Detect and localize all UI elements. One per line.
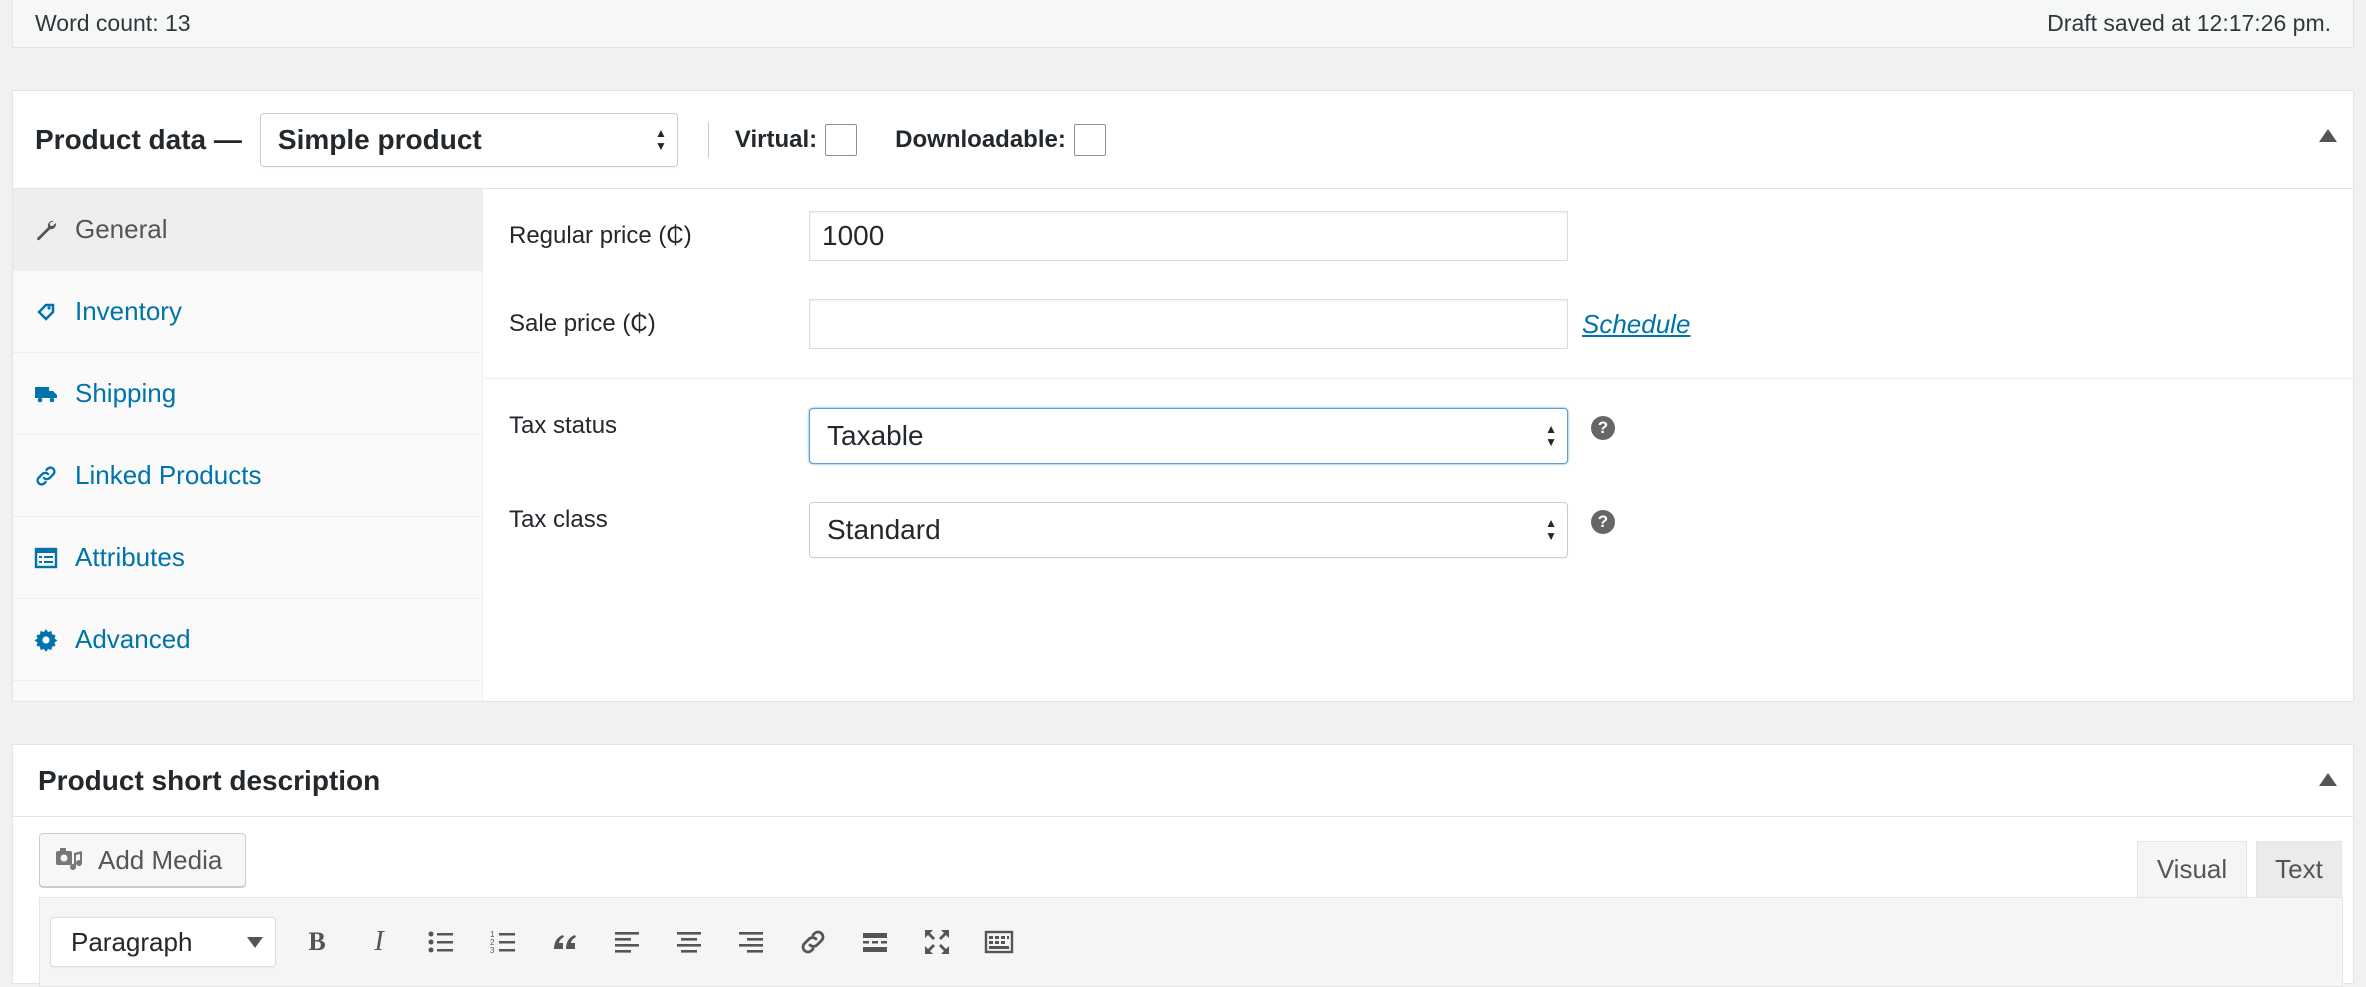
italic-icon: I [373,927,385,957]
sale-price-row: Sale price (₵) Schedule [484,299,2353,349]
tab-attributes[interactable]: Attributes [13,517,482,599]
link-icon [33,463,59,489]
tab-advanced[interactable]: Advanced [13,599,482,681]
tab-general-label: General [75,214,168,244]
editor-status-bar: Word count: 13 Draft saved at 12:17:26 p… [12,0,2354,48]
tab-general[interactable]: General [13,189,482,271]
tax-class-help-icon[interactable]: ? [1591,510,1615,534]
select-arrows-icon: ▲ ▼ [1545,422,1557,449]
tax-status-label: Tax status [509,412,618,439]
chevron-down-icon [247,937,263,948]
regular-price-row: Regular price (₵) 1000 [484,211,2353,261]
short-description-title: Product short description [38,764,381,796]
link-icon [801,930,825,954]
tab-linked-products[interactable]: Linked Products [13,435,482,517]
tab-text-label: Text [2275,854,2323,884]
tax-status-select[interactable]: Taxable ▲ ▼ [809,408,1568,464]
tag-icon [33,299,59,325]
svg-text:B: B [308,927,325,956]
format-select[interactable]: Paragraph [50,917,276,967]
read-more-icon [863,933,887,952]
tab-shipping-label: Shipping [75,378,177,408]
tab-visual[interactable]: Visual [2137,841,2247,897]
truck-icon [33,381,59,407]
tab-text[interactable]: Text [2256,841,2342,897]
tab-visual-label: Visual [2156,854,2228,884]
select-arrows-icon: ▲ ▼ [1545,516,1557,543]
fullscreen-icon [925,930,949,954]
tax-class-row: Tax class Standard ▲ ▼ ? [484,502,2353,558]
read-more-button[interactable] [844,917,906,967]
sale-price-label: Sale price (₵) [509,310,656,337]
align-left-button[interactable] [596,917,658,967]
downloadable-checkbox[interactable] [1073,123,1106,156]
header-divider [707,121,709,158]
bold-button[interactable]: B [286,917,348,967]
product-type-select[interactable]: Simple product ▲ ▼ [259,112,678,167]
word-count: Word count: 13 [35,10,191,36]
product-data-panel: Product data — Simple product ▲ ▼ Virtual… [12,90,2354,702]
align-center-icon [677,932,701,953]
collapse-panel-icon[interactable] [2319,129,2337,142]
tab-linked-products-label: Linked Products [75,460,262,490]
bullet-list-button[interactable] [410,917,472,967]
product-type-value: Simple product [277,123,482,155]
sale-price-input[interactable] [809,299,1568,349]
product-data-tabs: General Inventory Shipping Linked Produc… [13,189,483,701]
tab-shipping[interactable]: Shipping [13,353,482,435]
numbered-list-icon: 123 [490,930,515,955]
align-center-button[interactable] [658,917,720,967]
gear-icon [33,627,59,653]
virtual-checkbox[interactable] [825,123,858,156]
italic-button[interactable]: I [348,917,410,967]
fullscreen-button[interactable] [906,917,968,967]
list-icon [33,545,59,571]
tab-advanced-label: Advanced [75,624,191,654]
virtual-label: Virtual: [734,125,818,153]
short-description-panel: Product short description Add Media Visu… [12,744,2354,987]
insert-link-button[interactable] [782,917,844,967]
format-select-value: Paragraph [71,926,193,957]
short-description-header: Product short description [13,745,2353,817]
tax-status-help-icon[interactable]: ? [1591,416,1615,440]
tax-class-label: Tax class [509,506,608,533]
blockquote-icon [554,935,576,949]
wrench-icon [33,217,59,243]
fields-divider [484,378,2353,379]
tab-attributes-label: Attributes [75,542,185,572]
regular-price-label: Regular price (₵) [509,222,692,249]
tax-status-row: Tax status Taxable ▲ ▼ ? [484,408,2353,464]
tax-status-value: Taxable [827,420,924,451]
add-media-label: Add Media [98,844,223,875]
toolbar-toggle-button[interactable] [968,917,1030,967]
svg-text:I: I [373,927,385,957]
add-media-button[interactable]: Add Media [39,833,246,887]
align-left-icon [615,932,639,953]
product-data-title: Product data — [35,123,242,155]
tax-class-value: Standard [827,514,941,545]
bullet-list-icon [428,931,453,953]
regular-price-input[interactable]: 1000 [809,211,1568,261]
select-arrows-icon: ▲ ▼ [655,125,667,153]
collapse-panel-icon[interactable] [2319,773,2337,786]
align-right-icon [739,932,763,953]
blockquote-button[interactable] [534,917,596,967]
align-right-button[interactable] [720,917,782,967]
draft-saved-status: Draft saved at 12:17:26 pm. [2047,10,2331,36]
downloadable-label: Downloadable: [895,125,1066,153]
svg-text:3: 3 [490,946,495,955]
bold-icon: B [308,927,325,956]
tab-inventory[interactable]: Inventory [13,271,482,353]
tab-inventory-label: Inventory [75,296,182,326]
general-fields: Regular price (₵) 1000 Sale price (₵) Sc… [484,189,2353,701]
tax-class-select[interactable]: Standard ▲ ▼ [809,502,1568,558]
media-icon [56,848,83,871]
toolbar-toggle-icon [984,930,1014,954]
numbered-list-button[interactable]: 123 [472,917,534,967]
product-data-header: Product data — Simple product ▲ ▼ Virtual… [13,91,2353,189]
schedule-link[interactable]: Schedule [1582,309,1690,340]
